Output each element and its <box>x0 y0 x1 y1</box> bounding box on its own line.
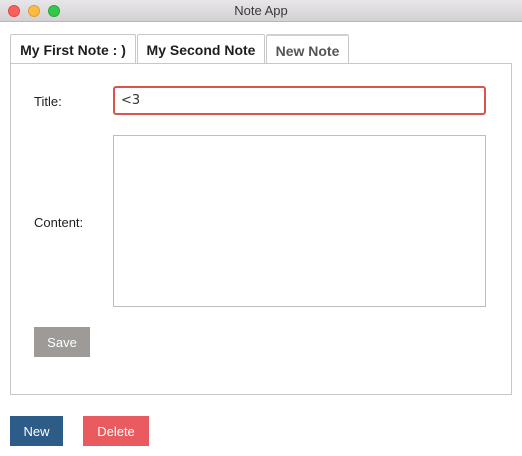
tab-my-first-note[interactable]: My First Note : ) <box>10 34 136 64</box>
new-note-button[interactable]: New <box>10 416 63 446</box>
note-app-window: Note App My First Note : ) My Second Not… <box>0 0 522 456</box>
title-input[interactable] <box>113 86 486 115</box>
delete-note-button[interactable]: Delete <box>83 416 149 446</box>
window-title: Note App <box>234 3 288 18</box>
content-label: Content: <box>34 215 84 230</box>
tab-my-second-note[interactable]: My Second Note <box>137 34 265 64</box>
save-button[interactable]: Save <box>34 327 90 357</box>
content-textarea[interactable] <box>113 135 486 307</box>
title-bar: Note App <box>0 0 522 22</box>
note-editor-panel: Title: Content: Save <box>10 63 512 395</box>
title-label: Title: <box>34 94 62 109</box>
tab-new-note[interactable]: New Note <box>266 34 349 64</box>
